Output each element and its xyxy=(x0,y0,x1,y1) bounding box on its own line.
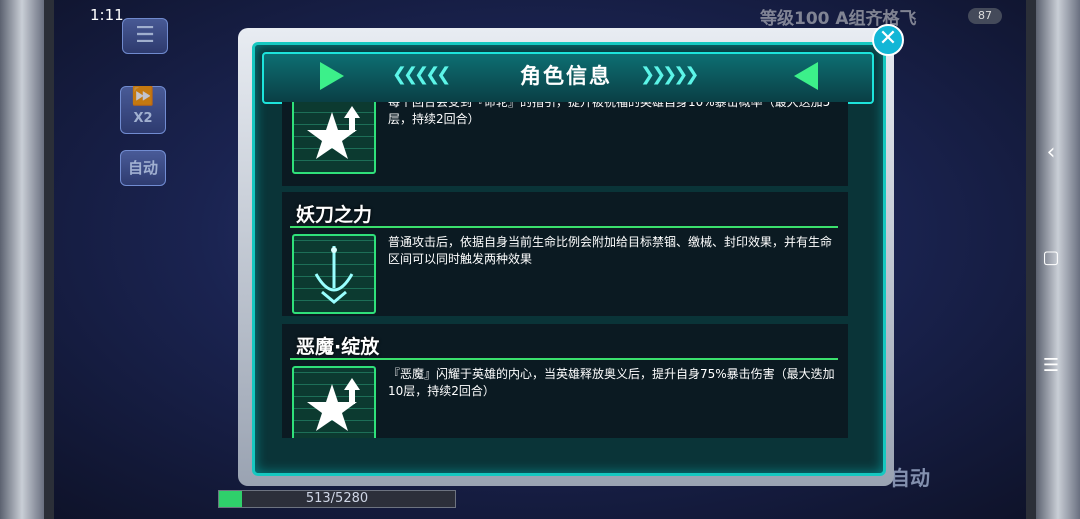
skill-card: 恶魔·绽放 『恶魔』闪耀于英雄的内心，当英雄释放奥义后，提升自身75%暴击伤害（… xyxy=(282,324,848,438)
menu-icon: ☰ xyxy=(135,23,155,48)
speed-label: X2 xyxy=(133,111,153,126)
left-frame xyxy=(0,0,44,519)
auto-button[interactable]: 自动 xyxy=(120,150,166,186)
right-frame-inner xyxy=(1026,0,1036,519)
badge: 87 xyxy=(968,8,1002,24)
close-button[interactable]: ✕ xyxy=(872,24,904,56)
menu-button[interactable]: ☰ xyxy=(122,18,168,54)
back-nav-icon[interactable]: ‹ xyxy=(1040,140,1062,165)
star-up-icon xyxy=(292,366,376,438)
skill-divider xyxy=(290,226,838,228)
clock: 1:11 xyxy=(90,6,124,24)
trident-icon xyxy=(292,234,376,314)
left-frame-inner xyxy=(44,0,54,519)
hp-bar: 513/5280 xyxy=(218,490,456,508)
hp-text: 513/5280 xyxy=(305,491,369,506)
auto-label: 自动 xyxy=(127,159,158,177)
recents-nav-icon[interactable]: ☰ xyxy=(1040,355,1062,376)
skill-list[interactable]: 每个回合会受到『命轮』的指引，提升被祝福的英雄自身10%暴击概率（最大迭加5层，… xyxy=(282,102,848,438)
speed-button[interactable]: ⏩ X2 xyxy=(120,86,166,134)
skill-description: 每个回合会受到『命轮』的指引，提升被祝福的英雄自身10%暴击概率（最大迭加5层，… xyxy=(388,102,831,126)
auto-right-label: 自动 xyxy=(890,466,930,490)
skill-name: 恶魔·绽放 xyxy=(296,336,380,358)
skill-card: 妖刀之力 普通攻击后，依据自身当前生命比例会附加给目标禁锢、缴械、封印效果，并有… xyxy=(282,192,848,316)
skill-divider xyxy=(290,358,838,360)
skill-name: 妖刀之力 xyxy=(296,204,373,226)
dialog-title: 角色信息 xyxy=(520,64,612,88)
close-icon: ✕ xyxy=(878,26,898,51)
skill-card: 每个回合会受到『命轮』的指引，提升被祝福的英雄自身10%暴击概率（最大迭加5层，… xyxy=(282,102,848,186)
fast-forward-icon: ⏩ xyxy=(131,86,155,107)
skill-description: 普通攻击后，依据自身当前生命比例会附加给目标禁锢、缴械、封印效果，并有生命区间可… xyxy=(388,235,833,266)
home-nav-icon[interactable]: ▢ xyxy=(1040,247,1062,268)
star-up-icon xyxy=(292,102,376,174)
skill-description: 『恶魔』闪耀于英雄的内心，当英雄释放奥义后，提升自身75%暴击伤害（最大迭加10… xyxy=(388,367,835,398)
